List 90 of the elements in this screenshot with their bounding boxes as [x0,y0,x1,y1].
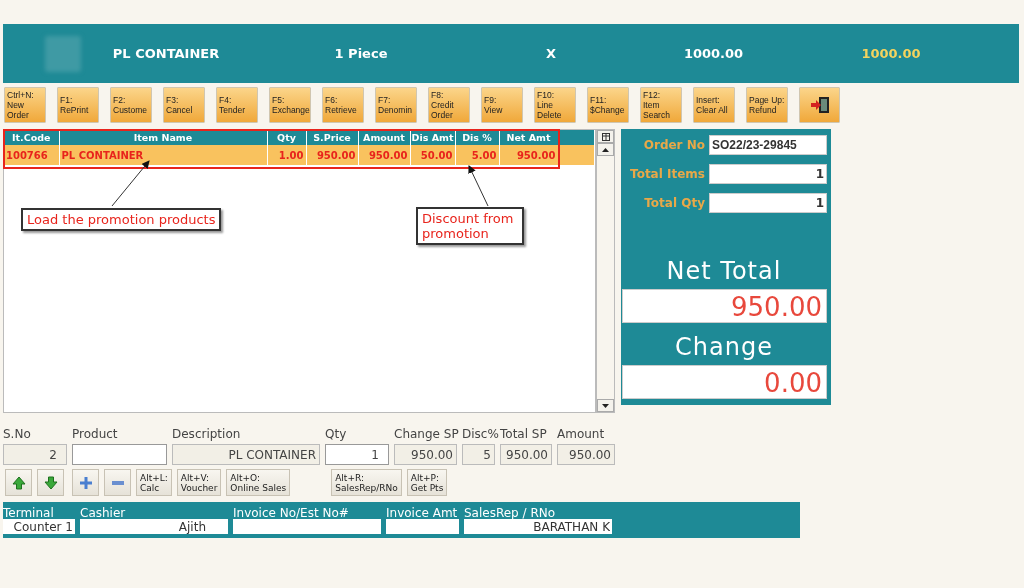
input-field[interactable]: PL CONTAINER [172,444,320,465]
remove-button[interactable] [104,469,131,496]
down-arrow-icon [43,475,58,490]
toolbar-button[interactable]: F7: Denomin [375,87,417,123]
field-label: Order No [643,137,705,154]
footer-field[interactable]: BARATHAN K [464,519,612,534]
change-label: Change [674,332,774,363]
callout-box: Discount from promotion [416,207,524,245]
toolbar-button[interactable]: F1: RePrint [57,87,99,123]
toolbar-button[interactable]: F2: Custome [110,87,152,123]
table-cell: 100766 [4,145,59,165]
scroll-up-button[interactable] [597,143,614,156]
footer-field[interactable]: Ajith [80,519,228,534]
footer-field[interactable] [233,519,381,534]
footer-label: Invoice Amt [386,505,459,519]
toolbar-button[interactable]: Page Up: Refund [746,87,788,123]
column-chooser-button[interactable] [597,130,614,143]
field-label: Amount [557,426,606,443]
toolbar-button[interactable]: F5: Exchange [269,87,311,123]
action-button[interactable]: Alt+V: Voucher [176,469,222,496]
footer-label: Terminal [3,505,55,519]
callout-arrow [468,165,489,207]
move-up-button[interactable] [5,469,32,496]
toolbar-button[interactable]: F12: Item Search [640,87,682,123]
toolbar-button[interactable]: Insert: Clear All [693,87,735,123]
value-field: SO22/23-29845 [709,135,827,155]
exit-button[interactable] [799,87,840,123]
toolbar-button[interactable]: F10: Line Delete [534,87,576,123]
input-field[interactable]: 950.00 [557,444,615,465]
scroll-bar[interactable] [596,129,615,413]
input-field[interactable]: 950.00 [394,444,457,465]
input-field[interactable] [72,444,167,465]
field-label: Total Items [630,166,705,183]
action-button[interactable]: Alt+O: Online Sales [226,469,291,496]
field-label: S.No [3,426,32,443]
toolbar-button[interactable]: F4: Tender [216,87,258,123]
table-cell: PL CONTAINER [59,145,267,165]
input-field[interactable]: 1 [325,444,389,465]
down-triangle-icon [602,403,609,408]
table-cell: 950.00 [306,145,358,165]
banner-price: 1000.00 [683,45,744,61]
footer-label: SalesRep / RNo [464,505,557,519]
callout-box: Load the promotion products [21,208,222,231]
field-label: Total SP [500,426,548,443]
banner-total: 1000.00 [861,45,921,61]
up-triangle-icon [602,147,609,152]
action-button[interactable]: Alt+L: Calc [136,469,172,496]
up-arrow-icon [11,475,26,490]
field-label: Description [172,426,242,443]
exit-door-icon [809,96,830,114]
logo-icon [45,35,81,72]
banner-quantity: 1 Piece [334,45,388,61]
table-cell: 950.00 [358,145,410,165]
columns-icon [601,132,610,141]
banner-product: PL CONTAINER [112,45,220,61]
action-button[interactable]: Alt+R: SalesRep/RNo [331,469,402,496]
minus-icon [111,480,124,485]
add-button[interactable] [72,469,99,496]
toolbar-button[interactable]: Ctrl+N: New Order [4,87,46,123]
table-cell: 50.00 [410,145,455,165]
plus-icon [79,476,92,489]
toolbar-button[interactable]: F9: View [481,87,523,123]
net-total-value: 950.00 [622,289,827,323]
table-cell: 950.00 [499,145,558,165]
input-field[interactable]: 5 [462,444,495,465]
toolbar-button[interactable]: F3: Cancel [163,87,205,123]
footer-label: Invoice No/Est No# [233,505,350,519]
input-field[interactable]: 2 [3,444,67,465]
field-label: Change SP [394,426,457,443]
field-label: Product [72,426,119,443]
toolbar-button[interactable]: F6: Retrieve [322,87,364,123]
change-value: 0.00 [622,365,827,399]
banner-multiply: X [546,45,556,61]
move-down-button[interactable] [37,469,64,496]
net-total-label: Net Total [665,256,783,287]
table-cell: 1.00 [267,145,306,165]
footer-field[interactable]: Counter 1 [3,519,75,534]
value-field: 1 [709,193,827,213]
value-field: 1 [709,164,827,184]
footer-field[interactable] [386,519,459,534]
action-button[interactable]: Alt+P: Get Pts [406,469,448,496]
toolbar-button[interactable]: F8: Credit Order [428,87,470,123]
field-label: Qty [325,426,348,443]
toolbar-button[interactable]: F11: $Change [587,87,629,123]
input-field[interactable]: 950.00 [500,444,552,465]
callout-arrow [111,160,150,207]
footer-label: Cashier [80,505,127,519]
scroll-down-button[interactable] [597,399,614,412]
table-cell: 5.00 [455,145,499,165]
field-label: Total Qty [644,195,705,212]
